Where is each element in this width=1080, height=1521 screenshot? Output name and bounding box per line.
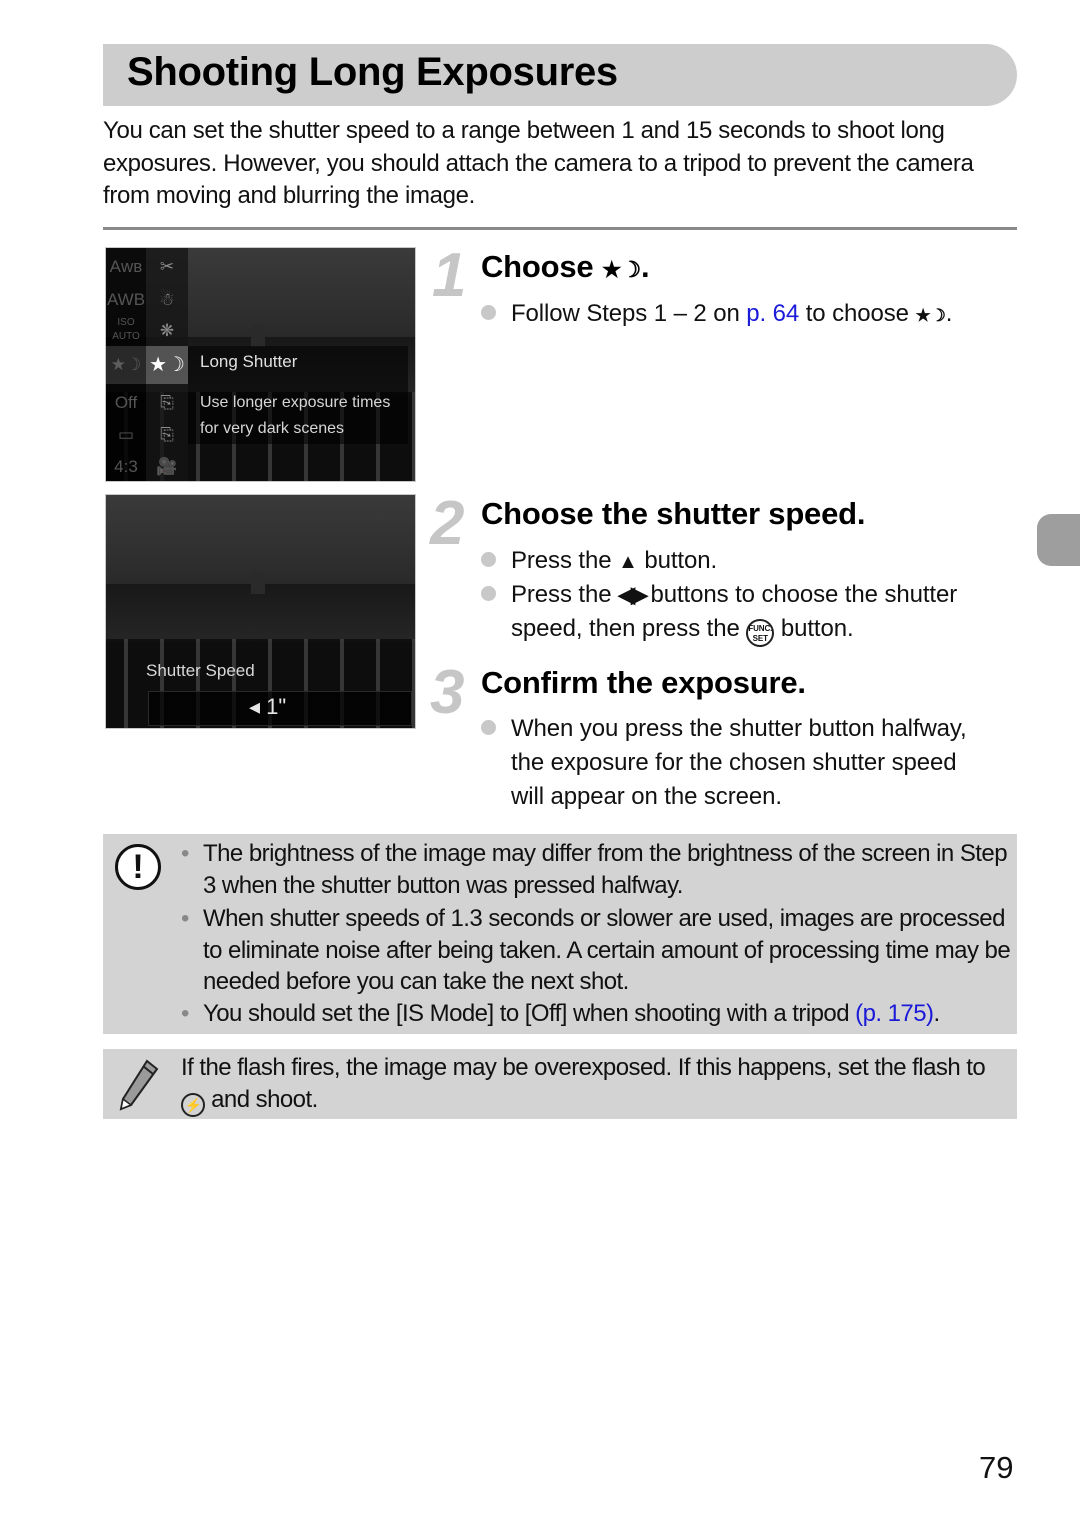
shutter-speed-box: ◂ 1" xyxy=(148,691,412,726)
caution-icon: ! xyxy=(115,844,161,890)
frame-icon: ▭ xyxy=(117,425,135,444)
page-title: Shooting Long Exposures xyxy=(127,50,618,94)
aspect-ratio-icon: 4:3 xyxy=(114,457,138,476)
memo-box: If the flash fires, the image may be ove… xyxy=(103,1049,1017,1119)
mode-description: Use longer exposure times for very dark … xyxy=(200,394,391,437)
intro-paragraph: You can set the shutter speed to a range… xyxy=(103,117,974,209)
text: and shoot. xyxy=(205,1085,318,1113)
menu-column-scenes: ✂ ☃ ❋ ★☽ ⎘ ⎘ 🎥 xyxy=(146,248,188,481)
step-bullet: Press the ◀▶ buttons to choose the shutt… xyxy=(481,578,1011,647)
bullet-text: When you press the shutter button halfwa… xyxy=(511,715,967,810)
iso-auto-icon: ISO AUTO xyxy=(112,317,140,342)
up-arrow-icon: ▲ xyxy=(618,551,638,573)
page-link[interactable]: p. 64 xyxy=(746,300,799,327)
step-bullet: Follow Steps 1 – 2 on p. 64 to choose ★☽… xyxy=(481,297,1011,333)
fireworks-icon[interactable]: ❋ xyxy=(146,316,188,346)
mode-info-box: Long Shutter Use longer exposure times f… xyxy=(188,346,408,444)
text: . xyxy=(933,1000,940,1027)
text: Follow Steps 1 – 2 on xyxy=(511,300,747,327)
bullet-dot: • xyxy=(181,840,189,867)
memo-text: If the flash fires, the image may be ove… xyxy=(181,1052,1011,1117)
text: button. xyxy=(774,615,854,642)
stitch-assist-icon[interactable]: ⎘ xyxy=(146,388,188,418)
caution-box: ! • The brightness of the image may diff… xyxy=(103,834,1017,1034)
bullet-dot xyxy=(481,552,496,567)
scissors-icon[interactable]: ✂ xyxy=(146,252,188,282)
text: . xyxy=(945,300,953,327)
pencil-icon xyxy=(119,1059,159,1111)
heading-period: . xyxy=(640,249,650,284)
shutter-speed-value: ◂ 1" xyxy=(249,694,287,719)
caution-text: When shutter speeds of 1.3 seconds or sl… xyxy=(203,905,1011,995)
city-skyline xyxy=(106,570,415,642)
off-icon: Off xyxy=(114,393,138,412)
page-number: 79 xyxy=(979,1450,1014,1485)
step-heading-text: Choose xyxy=(481,249,594,284)
text: to choose xyxy=(799,300,916,327)
step-number: 2 xyxy=(430,489,465,558)
bullet-text: Press the ▲ button. xyxy=(481,544,1011,579)
long-shutter-selected-icon[interactable]: ★☽ xyxy=(146,346,188,384)
shutter-speed-label: Shutter Speed xyxy=(146,661,255,680)
bullet-dot: • xyxy=(181,1000,189,1027)
bullet-dot xyxy=(481,305,496,320)
text: Press the xyxy=(511,581,619,608)
caution-text: The brightness of the image may differ f… xyxy=(203,840,1008,899)
step-bullet: When you press the shutter button halfwa… xyxy=(481,712,981,814)
stitch-assist-2-icon[interactable]: ⎘ xyxy=(146,420,188,450)
bullet-text: Press the ◀▶ buttons to choose the shutt… xyxy=(481,578,1011,647)
camera-screen-menu: Aᴡʙ AWB ISO AUTO ★☽ Off ▭ 4:3 ✂ ☃ ❋ ★☽ ⎘… xyxy=(105,247,416,482)
set-label: SET xyxy=(752,634,768,643)
camera-screen-shutter: Shutter Speed ◂ 1" xyxy=(105,494,416,729)
func-label: FUNC. xyxy=(748,624,773,633)
flash-off-icon: ⚡ xyxy=(181,1092,205,1117)
bullet-dot xyxy=(481,720,496,735)
caution-item: • The brightness of the image may differ… xyxy=(181,838,1011,901)
step-heading: Choose the shutter speed. xyxy=(481,496,866,531)
bullet-text: Follow Steps 1 – 2 on p. 64 to choose ★☽… xyxy=(481,297,1011,333)
text: button. xyxy=(637,547,718,574)
long-shutter-icon: ★☽ xyxy=(915,306,946,325)
movie-icon[interactable]: 🎥 xyxy=(146,452,188,481)
bullet-dot: • xyxy=(181,905,189,932)
step-heading: Choose ★☽. xyxy=(481,249,650,285)
caution-item: • You should set the [IS Mode] to [Off] … xyxy=(181,998,1011,1030)
text: If the flash fires, the image may be ove… xyxy=(181,1054,986,1081)
divider xyxy=(103,227,1017,230)
step-number: 3 xyxy=(430,658,465,727)
step-bullet: Press the ▲ button. xyxy=(481,544,1011,579)
text: You should set the [IS Mode] to [Off] wh… xyxy=(203,1000,856,1027)
awb-icon: AWB xyxy=(106,290,146,309)
mode-title: Long Shutter xyxy=(200,352,298,371)
step-number: 1 xyxy=(432,241,467,310)
snow-icon[interactable]: ☃ xyxy=(146,285,188,315)
bullet-dot xyxy=(481,586,496,601)
func-set-icon: FUNC. SET xyxy=(746,619,775,647)
long-shutter-icon: ★☽ xyxy=(601,257,641,282)
title-bar: Shooting Long Exposures xyxy=(103,44,1017,106)
left-right-arrows-icon: ◀▶ xyxy=(618,582,648,607)
text: Press the xyxy=(511,547,619,574)
caution-item: • When shutter speeds of 1.3 seconds or … xyxy=(181,903,1011,998)
chapter-tab xyxy=(1037,514,1080,566)
page-link[interactable]: (p. 175) xyxy=(855,1000,934,1027)
wb-icon: Aᴡʙ xyxy=(109,257,143,276)
caution-text: You should set the [IS Mode] to [Off] wh… xyxy=(181,998,1011,1030)
step-heading: Confirm the exposure. xyxy=(481,665,806,700)
